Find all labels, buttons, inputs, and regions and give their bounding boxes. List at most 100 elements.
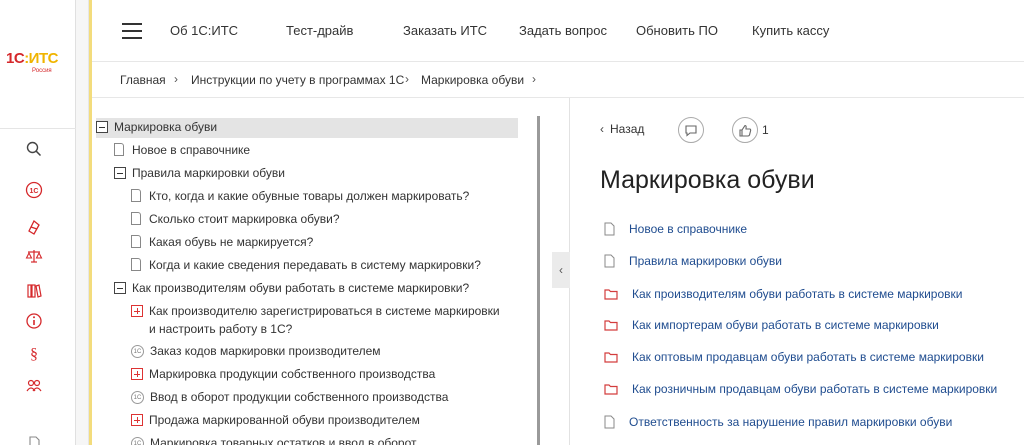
tree-item-label: Правила маркировки обуви: [132, 166, 285, 180]
tree-item[interactable]: 1C Маркировка товарных остатков и ввод в…: [131, 434, 417, 445]
logo-subtitle: Россия: [32, 68, 52, 74]
tree-item[interactable]: Новое в справочнике: [114, 141, 250, 161]
document-icon: [131, 189, 141, 202]
tree-item-label: Ввод в оборот продукции собственного про…: [150, 390, 449, 404]
menu-icon[interactable]: [122, 23, 142, 39]
tree-item-label: Продажа маркированной обуви производител…: [149, 413, 420, 427]
page-title: Маркировка обуви: [600, 166, 815, 194]
folder-icon: [604, 320, 618, 331]
tree-item-label-group: Как производителю зарегистрироваться в с…: [149, 302, 500, 338]
thumbs-up-icon: [739, 124, 752, 137]
breadcrumb-separator: ›: [174, 72, 178, 86]
content-link[interactable]: Как импортерам обуви работать в системе …: [604, 316, 939, 334]
document-icon: [131, 258, 141, 271]
expand-icon[interactable]: [131, 368, 143, 380]
folder-icon: [604, 384, 618, 395]
scales-icon[interactable]: [22, 245, 46, 267]
tree-item-label: Заказ кодов маркировки производителем: [150, 344, 381, 358]
tree-item-root[interactable]: Маркировка обуви: [96, 118, 518, 138]
content-link-label: Новое в справочнике: [629, 222, 748, 236]
paragraph-icon[interactable]: §: [22, 342, 46, 364]
back-link[interactable]: ‹ Назад: [600, 122, 644, 136]
content-link[interactable]: Правила маркировки обуви: [604, 252, 782, 270]
nav-about-its[interactable]: Об 1С:ИТС: [170, 23, 238, 38]
tree-item[interactable]: Сколько стоит маркировка обуви?: [131, 210, 340, 230]
1c-icon: 1C: [131, 391, 144, 404]
its-logo[interactable]: 1С:ИТС Россия: [6, 50, 70, 80]
collapse-icon[interactable]: [114, 167, 126, 179]
breadcrumb-shoe-marking[interactable]: Маркировка обуви: [421, 73, 524, 87]
breadcrumb-home[interactable]: Главная: [120, 73, 166, 87]
content-link[interactable]: Новое в справочнике: [604, 220, 747, 238]
breadcrumb-instructions[interactable]: Инструкции по учету в программах 1С: [191, 73, 404, 87]
tree-item[interactable]: Правила маркировки обуви: [114, 164, 285, 184]
info-icon[interactable]: [22, 310, 46, 332]
expand-icon[interactable]: [131, 414, 143, 426]
expand-icon[interactable]: [131, 305, 143, 317]
logo-text-b: :ИТС: [24, 50, 58, 67]
tree-item-label-line2: и настроить работу в 1С?: [149, 322, 293, 336]
folder-icon: [604, 352, 618, 363]
breadcrumb-separator: ›: [405, 72, 409, 86]
back-label: Назад: [610, 122, 645, 136]
tree-item[interactable]: Какая обувь не маркируется?: [131, 233, 313, 253]
tree-item[interactable]: Маркировка продукции собственного произв…: [131, 365, 435, 385]
content-link-label: Как производителям обуви работать в сист…: [632, 287, 963, 301]
tree-item-label: Маркировка обуви: [114, 120, 218, 134]
tree-item-label: Когда и какие сведения передавать в сист…: [149, 258, 481, 272]
nav-update-software[interactable]: Обновить ПО: [636, 23, 718, 38]
document-icon: [604, 415, 615, 429]
like-button[interactable]: [732, 117, 758, 143]
1c-icon: 1C: [131, 437, 144, 445]
document-icon[interactable]: [22, 432, 46, 445]
collapse-panel-button[interactable]: ‹: [552, 252, 570, 288]
tree-item[interactable]: Кто, когда и какие обувные товары должен…: [131, 187, 469, 207]
content-link[interactable]: Как производителям обуви работать в сист…: [604, 285, 963, 303]
chevron-left-icon: ‹: [559, 263, 563, 277]
nav-test-drive[interactable]: Тест-драйв: [286, 23, 353, 38]
tree-item-label: Как производителям обуви работать в сист…: [132, 281, 470, 295]
tree-item[interactable]: 1C Ввод в оборот продукции собственного …: [131, 388, 448, 408]
breadcrumb: Главная › Инструкции по учету в программ…: [92, 62, 1024, 98]
tree-item-label: Новое в справочнике: [132, 143, 251, 157]
logo-text-a: 1С: [6, 50, 25, 67]
document-icon: [131, 235, 141, 248]
content-link-label: Правила маркировки обуви: [629, 254, 782, 268]
document-icon: [131, 212, 141, 225]
tree-item[interactable]: 1C Заказ кодов маркировки производителем: [131, 342, 381, 362]
rail-separator: [76, 0, 89, 445]
nav-ask-question[interactable]: Задать вопрос: [519, 23, 607, 38]
nav-buy-register[interactable]: Купить кассу: [752, 23, 829, 38]
tree-item[interactable]: Продажа маркированной обуви производител…: [131, 411, 420, 431]
comment-button[interactable]: [678, 117, 704, 143]
1c-icon[interactable]: 1C: [22, 179, 46, 201]
content-link[interactable]: Ответственность за нарушение правил марк…: [604, 413, 952, 431]
content-link-label: Как импортерам обуви работать в системе …: [632, 318, 939, 332]
top-navigation: Об 1С:ИТС Тест-драйв Заказать ИТС Задать…: [92, 0, 1024, 62]
svg-text:1C: 1C: [30, 188, 39, 195]
left-rail: 1С:ИТС Россия 1C §: [0, 0, 76, 445]
folder-icon: [604, 289, 618, 300]
tree-item[interactable]: Как производителям обуви работать в сист…: [114, 279, 469, 299]
nav-order-its[interactable]: Заказать ИТС: [403, 23, 487, 38]
people-icon[interactable]: [22, 375, 46, 397]
tree-item-label: Кто, когда и какие обувные товары должен…: [149, 189, 470, 203]
shield-icon[interactable]: [22, 216, 46, 238]
document-icon: [604, 222, 615, 236]
tree-item[interactable]: Как производителю зарегистрироваться в с…: [131, 302, 500, 338]
content-link-label: Как оптовым продавцам обуви работать в с…: [632, 350, 984, 364]
content-link[interactable]: Как оптовым продавцам обуви работать в с…: [604, 348, 984, 366]
books-icon[interactable]: [22, 280, 46, 302]
collapse-icon[interactable]: [96, 121, 108, 133]
search-icon[interactable]: [22, 138, 46, 160]
chevron-left-icon: ‹: [600, 122, 604, 136]
breadcrumb-separator: ›: [532, 72, 536, 86]
like-count: 1: [762, 123, 769, 137]
toc-tree: Маркировка обуви Новое в справочнике Пра…: [92, 98, 540, 445]
rail-divider: [0, 128, 76, 129]
collapse-icon[interactable]: [114, 282, 126, 294]
tree-item[interactable]: Когда и какие сведения передавать в сист…: [131, 256, 481, 276]
content-link[interactable]: Как розничным продавцам обуви работать в…: [604, 380, 997, 398]
tree-item-label: Маркировка продукции собственного произв…: [149, 367, 436, 381]
content-link-label: Ответственность за нарушение правил марк…: [629, 415, 953, 429]
